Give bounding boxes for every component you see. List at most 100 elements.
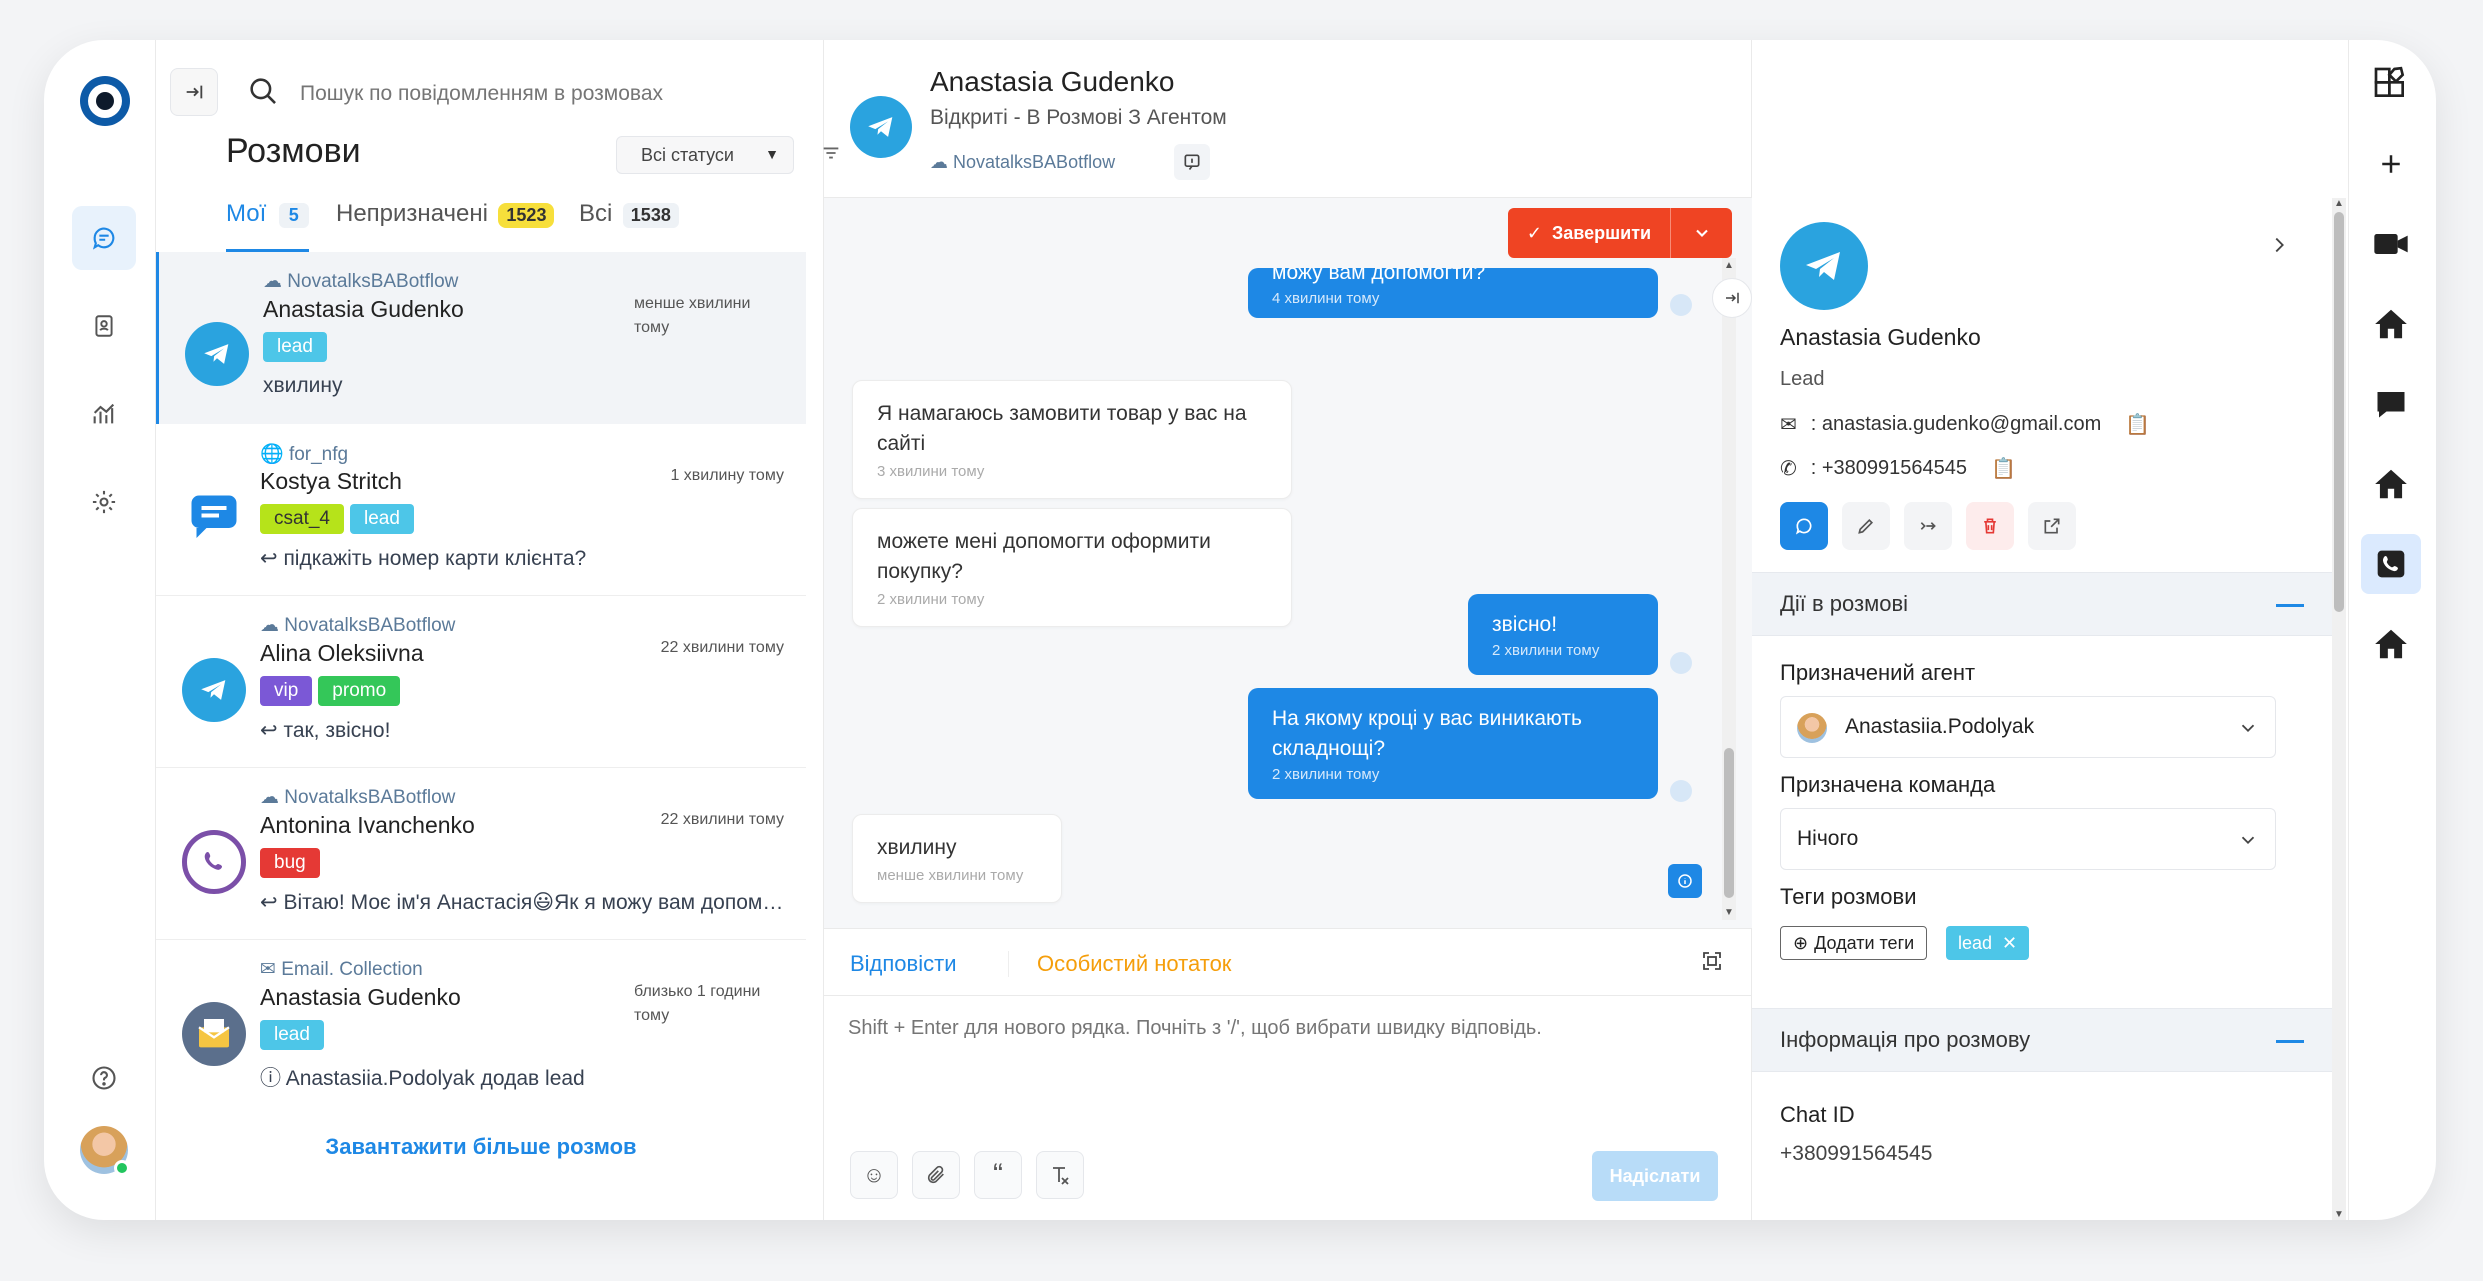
message-text: можете мені допомогти оформити покупку? (877, 530, 1211, 583)
app-logo (80, 76, 130, 126)
conversations-nav-button[interactable] (72, 206, 136, 270)
email-icon (182, 1002, 246, 1066)
tab-all[interactable]: Всі 1538 (579, 200, 679, 252)
scroll-thumb[interactable] (1724, 748, 1734, 898)
edit-contact-button[interactable] (1842, 502, 1890, 550)
scroll-up-arrow[interactable]: ▲ (1724, 260, 1734, 271)
conversation-list-panel: Розмови Всі статуси ▼ Мої 5 Непризначені… (156, 40, 839, 1220)
send-button[interactable]: Надіслати (1592, 1151, 1718, 1201)
phone-app-button[interactable] (2361, 534, 2421, 594)
resolve-button[interactable]: ✓ Завершити (1508, 208, 1670, 258)
message-time: 2 хвилини тому (1272, 766, 1380, 783)
analytics-icon (93, 403, 115, 424)
contact-phone-row: ✆ : +380991564545 📋 (1780, 456, 2016, 481)
actions-section-header[interactable]: Дії в розмові (1752, 572, 2332, 636)
assigned-team-select[interactable]: Нічого (1780, 808, 2276, 870)
apps-grid-icon (2374, 66, 2405, 97)
apps-button[interactable] (2361, 54, 2421, 114)
close-icon[interactable]: ✕ (2002, 933, 2017, 954)
merge-contact-button[interactable] (1904, 502, 1952, 550)
copy-email-icon[interactable]: 📋 (2125, 412, 2150, 437)
chat-app-button[interactable] (2361, 374, 2421, 434)
assigned-agent-select[interactable]: Anastasiia.Podolyak (1780, 696, 2276, 758)
plus-circle-icon: ⊕ (1793, 932, 1809, 953)
help-button[interactable] (72, 1046, 136, 1110)
chat-panel: Anastasia Gudenko Відкриті - В Розмові З… (824, 40, 1752, 1220)
delete-contact-button[interactable] (1966, 502, 2014, 550)
contact-name: Antonina Ivanchenko (260, 812, 475, 838)
add-tags-button[interactable]: ⊕ Додати теги (1780, 926, 1928, 960)
expand-editor-button[interactable] (1700, 949, 1724, 973)
load-more-button[interactable]: Завантажити більше розмов (156, 1134, 806, 1160)
message-area: ✓ Завершити можу вам допомогти? 4 хвилини… (824, 198, 1752, 928)
clear-format-button[interactable] (1036, 1151, 1084, 1199)
chevron-down-icon (2241, 724, 2255, 733)
tag-vip: vip (260, 676, 313, 706)
home-app-button[interactable] (2361, 294, 2421, 354)
inbox-source: ☁ NovatalksBABotflow (260, 787, 456, 808)
home-app-button-2[interactable] (2361, 454, 2421, 514)
toggle-contact-panel-button[interactable] (1712, 278, 1752, 318)
chat-bubble-icon (92, 227, 115, 250)
status-filter-value: Всі статуси (641, 145, 734, 165)
chevron-right-icon (2275, 237, 2284, 253)
video-call-button[interactable] (2361, 214, 2421, 274)
reports-nav-button[interactable] (72, 382, 136, 446)
chat-contact-name[interactable]: Anastasia Gudenko (930, 66, 1174, 98)
conversation-list-item[interactable]: ☁ NovatalksBABotflow Anastasia Gudenko l… (156, 252, 806, 424)
conversation-list-item[interactable]: ✉ Email. Collection Anastasia Gudenko le… (156, 940, 806, 1112)
scroll-down-arrow[interactable]: ▼ (1724, 907, 1734, 918)
contact-name: Kostya Stritch (260, 468, 402, 494)
settings-nav-button[interactable] (72, 470, 136, 534)
inbox-info-button[interactable] (1174, 144, 1210, 180)
emoji-button[interactable]: ☺ (850, 1151, 898, 1199)
quote-button[interactable]: “ (974, 1151, 1022, 1199)
message-text: хвилину (877, 836, 957, 859)
chevron-down-icon (2241, 836, 2255, 845)
contact-name: Anastasia Gudenko (1780, 324, 1981, 350)
reply-tab[interactable]: Відповісти (850, 951, 957, 977)
viber-icon (182, 830, 246, 894)
message-time: 2 хвилини тому (877, 591, 985, 608)
message-time: 4 хвилини тому (1272, 290, 1380, 307)
collapse-minus-icon (2276, 604, 2304, 607)
conversation-list-item[interactable]: ☁ NovatalksBABotflow Antonina Ivanchenko… (156, 768, 806, 940)
collapse-minus-icon (2276, 1040, 2304, 1043)
add-app-button[interactable] (2361, 134, 2421, 194)
contact-scrollbar[interactable]: ▲ ▼ (2332, 198, 2346, 1220)
close-contact-panel-button[interactable] (2268, 234, 2290, 256)
info-section-header[interactable]: Інформація про розмову (1752, 1008, 2332, 1072)
user-avatar[interactable] (80, 1126, 130, 1176)
tab-all-label: Всі (579, 200, 613, 227)
send-label: Надіслати (1609, 1165, 1701, 1186)
chat-scrollbar[interactable]: ▲ ▼ (1722, 258, 1736, 920)
private-note-tab[interactable]: Особистий нотаток (1008, 951, 1231, 977)
message-time: 22 хвилини тому (660, 639, 784, 656)
collapse-sidebar-button[interactable] (170, 68, 218, 116)
message-composer[interactable] (848, 1017, 1718, 1167)
tab-unassigned[interactable]: Непризначені 1523 (336, 200, 555, 252)
status-filter-select[interactable]: Всі статуси ▼ (616, 136, 794, 174)
conversation-list-item[interactable]: ☁ NovatalksBABotflow Alina Oleksiivna vi… (156, 596, 806, 768)
open-contact-button[interactable] (2028, 502, 2076, 550)
contacts-nav-button[interactable] (72, 294, 136, 358)
message-incoming: Я намагаюсь замовити товар у вас на сайт… (852, 380, 1292, 499)
resolve-dropdown-button[interactable] (1670, 208, 1732, 258)
scroll-thumb[interactable] (2334, 212, 2344, 612)
chat-header: Anastasia Gudenko Відкриті - В Розмові З… (824, 40, 1752, 198)
attach-button[interactable] (912, 1151, 960, 1199)
message-time: близько 1 години тому (634, 983, 761, 1024)
tab-mine-label: Мої (226, 200, 267, 227)
last-message: хвилину (263, 374, 343, 397)
search-input[interactable] (300, 76, 780, 112)
home-app-button-3[interactable] (2361, 614, 2421, 674)
copy-phone-icon[interactable]: 📋 (1991, 456, 2016, 481)
tab-mine[interactable]: Мої 5 (226, 200, 309, 252)
new-message-button[interactable] (1780, 502, 1828, 550)
conversation-list-item[interactable]: 🌐 for_nfg Kostya Stritch csat_4 lead ↩ пі… (156, 424, 806, 596)
message-time: 3 хвилини тому (877, 463, 985, 480)
scroll-down-arrow[interactable]: ▼ (2334, 1209, 2344, 1220)
message-info-button[interactable] (1668, 864, 1702, 898)
scroll-up-arrow[interactable]: ▲ (2334, 198, 2344, 209)
tags-row: csat_4 lead (260, 504, 420, 534)
